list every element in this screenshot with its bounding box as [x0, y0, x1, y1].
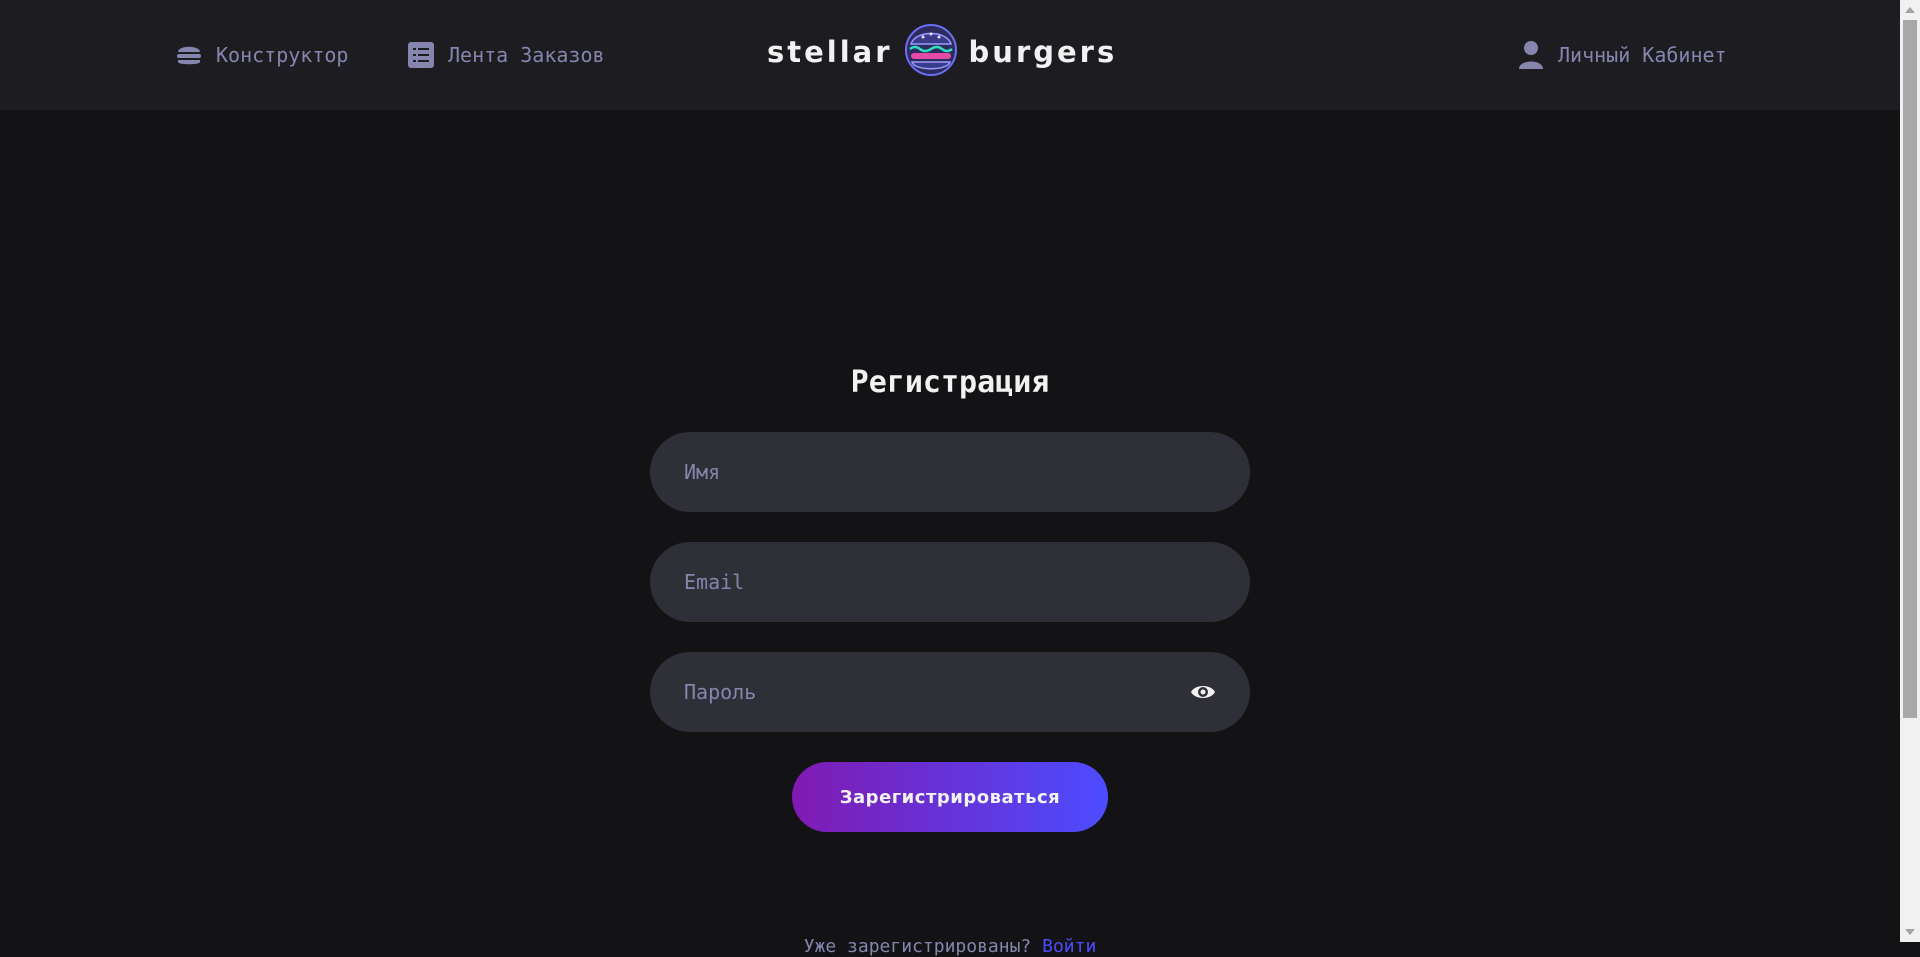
- nav-feed-label: Лента Заказов: [448, 43, 605, 67]
- scrollbar-thumb[interactable]: [1903, 20, 1917, 718]
- app-header: Конструктор Лента Заказов stellar burger…: [0, 0, 1900, 110]
- nav-account-label: Личный Кабинет: [1558, 43, 1727, 67]
- logo-word-right: burgers: [968, 35, 1118, 69]
- logo-word-left: stellar: [767, 35, 893, 69]
- email-field[interactable]: [650, 542, 1250, 622]
- nav-feed-link[interactable]: Лента Заказов: [406, 40, 605, 70]
- login-link[interactable]: Войти: [1042, 936, 1096, 957]
- name-input[interactable]: [682, 459, 1156, 485]
- login-prompt-text: Уже зарегистрированы?: [803, 936, 1032, 957]
- nav-constructor-label: Конструктор: [216, 43, 349, 67]
- password-field[interactable]: [650, 652, 1250, 732]
- stellar-burgers-logo[interactable]: stellar burgers: [767, 22, 1117, 82]
- scroll-down-icon[interactable]: [1905, 929, 1915, 935]
- logo-burger-icon: [903, 22, 959, 82]
- password-input[interactable]: [682, 679, 1156, 705]
- register-button[interactable]: Зарегистрироваться: [792, 762, 1108, 832]
- register-page: Регистрация Зарегистрироваться Уже зарег…: [0, 110, 1900, 957]
- name-field[interactable]: [650, 432, 1250, 512]
- list-icon: [406, 40, 436, 70]
- page-title: Регистрация: [850, 365, 1050, 400]
- profile-icon: [1516, 40, 1546, 70]
- nav-constructor-link[interactable]: Конструктор: [174, 40, 348, 70]
- login-prompt-row: Уже зарегистрированы? Войти: [0, 936, 1900, 957]
- burger-icon: [174, 40, 204, 70]
- eye-icon[interactable]: [1190, 679, 1216, 705]
- vertical-scrollbar[interactable]: [1900, 0, 1920, 942]
- nav-account-link[interactable]: Личный Кабинет: [1516, 40, 1727, 70]
- scroll-up-icon[interactable]: [1905, 7, 1915, 13]
- email-input[interactable]: [682, 569, 1156, 595]
